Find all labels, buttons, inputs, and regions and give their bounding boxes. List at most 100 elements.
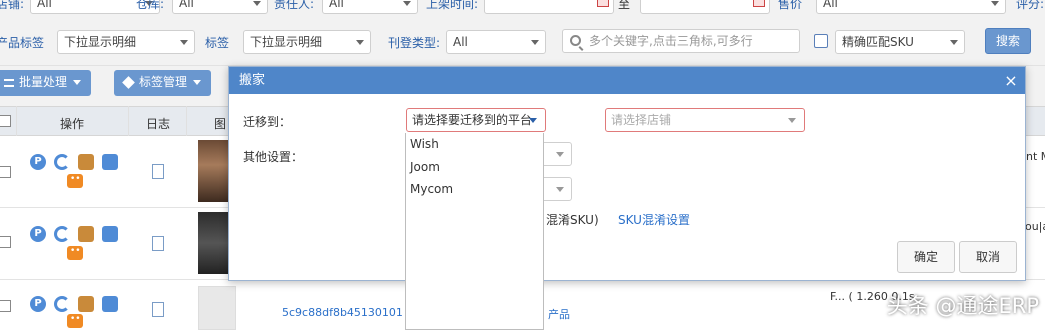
owner-filter-value: All [329, 0, 344, 10]
column-header-log: 日志 [146, 117, 171, 131]
edit-icon[interactable] [102, 226, 118, 242]
platform-select[interactable]: 请选择要迁移到的平台 [406, 108, 546, 132]
move-to-label: 迁移到： [243, 115, 292, 129]
tag-select[interactable]: 下拉显示明细 [243, 30, 371, 54]
warehouse-filter-select[interactable]: All [172, 0, 268, 14]
price-filter-value: All [823, 0, 838, 10]
chevron-down-icon [991, 1, 999, 6]
copy-icon[interactable] [78, 226, 94, 242]
dialog-title: 搬家 [239, 73, 266, 88]
batch-process-label: 批量处理 [19, 75, 68, 89]
exact-match-select[interactable]: 精确匹配SKU [835, 30, 965, 54]
column-header-operation: 操作 [60, 117, 85, 131]
tag-label: 标签 [205, 36, 230, 50]
log-icon[interactable] [152, 164, 164, 179]
platform-select-placeholder: 请选择要迁移到的平台 [412, 113, 533, 127]
copy-icon[interactable] [78, 296, 94, 312]
move-dialog: 搬家 × 迁移到： 请选择要迁移到的平台 请选择店铺 其他设置： 混淆SKU) … [228, 66, 1026, 281]
warehouse-filter-label: 仓库: [136, 0, 165, 11]
copy-icon[interactable] [78, 154, 94, 170]
filter-row-2: 产品标签 下拉显示明细 标签 下拉显示明细 刊登类型: All 多个关键字,点击… [0, 22, 1045, 66]
search-placeholder: 多个关键字,点击三角标,可多行 [589, 34, 753, 48]
platform-option-joom[interactable]: Joom [410, 160, 440, 174]
owner-filter-select[interactable]: All [322, 0, 418, 14]
chevron-down-icon [950, 40, 958, 45]
product-thumbnail [198, 286, 236, 330]
listed-time-start[interactable] [484, 0, 614, 14]
watermark: 头条 @通途ERP [886, 294, 1039, 318]
chevron-down-icon [180, 40, 188, 45]
shop-filter-value: All [37, 0, 52, 10]
price-filter-label: 售价 [778, 0, 803, 11]
listing-type-value: All [453, 35, 468, 49]
select-all-checkbox[interactable] [0, 115, 11, 127]
chevron-down-icon [556, 152, 564, 157]
sku-link[interactable]: 5c9c88df8b45130101 [282, 306, 403, 319]
chevron-down-icon [73, 80, 82, 85]
confirm-button[interactable]: 确定 [897, 241, 955, 273]
exact-match-checkbox[interactable] [814, 34, 828, 48]
chevron-down-icon [193, 80, 202, 85]
batch-process-button[interactable]: 批量处理 [0, 70, 92, 96]
sync-icon[interactable] [54, 226, 70, 242]
row-detail-text: nt M [1026, 150, 1045, 163]
product-link[interactable]: 产品 [548, 306, 570, 322]
tag-manage-button[interactable]: 标签管理 [114, 70, 212, 96]
publish-icon[interactable]: P [30, 296, 46, 312]
calendar-icon [597, 0, 609, 7]
listing-type-label: 刊登类型: [388, 36, 441, 50]
chevron-down-icon [556, 187, 564, 192]
listing-type-select[interactable]: All [446, 30, 546, 54]
score-filter-label: 评分: [1016, 0, 1045, 11]
sku-obfuscate-settings-link[interactable]: SKU混淆设置 [618, 211, 690, 228]
cancel-button[interactable]: 取消 [959, 241, 1017, 273]
calendar-icon [753, 0, 765, 7]
exact-match-label: 精确匹配SKU [842, 35, 914, 49]
close-icon[interactable]: × [1002, 67, 1020, 94]
owner-filter-label: 责任人: [274, 0, 315, 11]
row-checkbox[interactable] [0, 236, 11, 248]
sync-icon[interactable] [54, 296, 70, 312]
product-tag-label: 产品标签 [0, 36, 45, 50]
chevron-down-icon [531, 40, 539, 45]
platform-option-wish[interactable]: Wish [410, 137, 439, 151]
product-tag-value: 下拉显示明细 [64, 35, 137, 49]
chevron-down-icon [253, 1, 261, 6]
sync-icon[interactable] [54, 154, 70, 170]
chevron-down-icon [356, 40, 364, 45]
row-checkbox[interactable] [0, 300, 11, 312]
chevron-down-icon [403, 1, 411, 6]
listed-time-end[interactable] [640, 0, 770, 14]
more-icon[interactable] [67, 314, 83, 328]
edit-icon[interactable] [102, 296, 118, 312]
tag-value: 下拉显示明细 [250, 35, 323, 49]
search-icon [570, 35, 581, 46]
platform-dropdown-list: Wish Joom Mycom [405, 133, 544, 330]
keyword-search-input[interactable]: 多个关键字,点击三角标,可多行 [562, 29, 800, 53]
log-icon[interactable] [152, 302, 164, 317]
edit-icon[interactable] [102, 154, 118, 170]
column-header-image: 图 [214, 117, 227, 131]
publish-icon[interactable]: P [30, 154, 46, 170]
tag-manage-label: 标签管理 [139, 75, 188, 89]
other-settings-label: 其他设置： [243, 150, 304, 164]
listed-time-label: 上架时间: [426, 0, 479, 11]
publish-icon[interactable]: P [30, 226, 46, 242]
more-icon[interactable] [67, 174, 83, 188]
filter-row-1: 店铺: All 仓库: All 责任人: All 上架时间: 至 售价 All … [0, 0, 1045, 22]
price-filter-select[interactable]: All [816, 0, 1006, 14]
warehouse-filter-value: All [179, 0, 194, 10]
log-icon[interactable] [152, 236, 164, 251]
search-button[interactable]: 搜索 [985, 28, 1031, 54]
shop-filter-label: 店铺: [0, 0, 25, 11]
dialog-header: 搬家 × [229, 67, 1025, 94]
product-tag-select[interactable]: 下拉显示明细 [57, 30, 195, 54]
list-icon [4, 78, 14, 87]
sku-obfuscate-text: 混淆SKU) [546, 213, 599, 227]
platform-option-mycom[interactable]: Mycom [410, 182, 453, 196]
more-icon[interactable] [67, 246, 83, 260]
target-shop-select[interactable]: 请选择店铺 [605, 108, 805, 132]
row-checkbox[interactable] [0, 166, 11, 178]
date-range-separator: 至 [618, 0, 631, 11]
chevron-down-icon [529, 118, 537, 123]
